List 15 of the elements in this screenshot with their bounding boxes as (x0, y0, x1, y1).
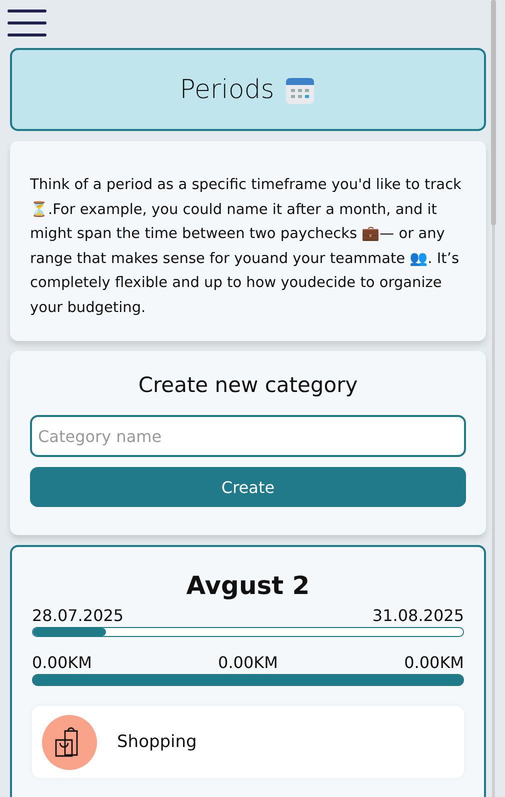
create-button[interactable]: Create (30, 467, 466, 507)
category-name: Shopping (117, 732, 197, 752)
page-title: Periods (180, 74, 274, 104)
category-row[interactable]: Shopping (32, 706, 464, 778)
period-name: Avgust 2 (185, 571, 311, 600)
menu-icon[interactable] (7, 8, 47, 38)
amount-label: 0.00KM (32, 653, 92, 672)
scrollbar-thumb[interactable] (491, 0, 496, 225)
end-date: 31.08.2025 (372, 606, 464, 625)
start-date: 28.07.2025 (32, 606, 124, 625)
category-name-field[interactable]: Category name (30, 415, 466, 457)
intro-text: Think of a period as a specific timeframe you'd like to track ⏳.For example, you could name it after a month, and it might span the time between two paychecks 💼— or any range that makes sense for youand your teammate 👥. It’s completely flexible and up to how youdecide to organize your budgeting. (30, 176, 462, 318)
form-title: Create new category (137, 373, 359, 397)
amount-label: 0.00KM (404, 653, 464, 672)
amount-label: 0.00KM (218, 653, 278, 672)
